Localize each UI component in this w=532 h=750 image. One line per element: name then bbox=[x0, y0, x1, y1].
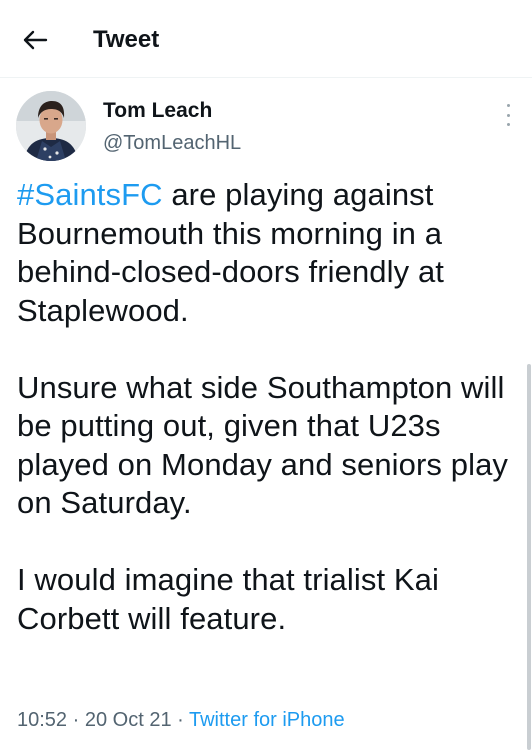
tweet-time[interactable]: 10:52 bbox=[17, 709, 67, 731]
tweet-paragraph-1: #SaintsFC are playing against Bournemout… bbox=[17, 176, 512, 330]
tweet-meta: 10:52 · 20 Oct 21 · Twitter for iPhone bbox=[17, 706, 345, 734]
meta-separator: · bbox=[171, 709, 189, 731]
scrollbar[interactable] bbox=[527, 364, 531, 750]
more-options-icon[interactable] bbox=[500, 104, 516, 126]
tweet-source-link[interactable]: Twitter for iPhone bbox=[189, 709, 345, 731]
author-handle[interactable]: @TomLeachHL bbox=[103, 130, 241, 156]
page-title: Tweet bbox=[93, 26, 160, 53]
tweet-date[interactable]: 20 Oct 21 bbox=[85, 709, 172, 731]
hashtag-link[interactable]: #SaintsFC bbox=[17, 177, 163, 212]
tweet-paragraph-2: Unsure what side Southampton will be put… bbox=[17, 369, 509, 521]
top-bar: Tweet bbox=[0, 0, 532, 78]
back-arrow-icon[interactable] bbox=[20, 26, 50, 54]
tweet-paragraph-3: I would imagine that trialist Kai Corbet… bbox=[17, 562, 439, 636]
tweet-text: #SaintsFC are playing against Bournemout… bbox=[17, 176, 512, 638]
meta-separator: · bbox=[67, 709, 85, 731]
avatar[interactable] bbox=[16, 91, 86, 161]
author-name[interactable]: Tom Leach bbox=[103, 98, 212, 124]
